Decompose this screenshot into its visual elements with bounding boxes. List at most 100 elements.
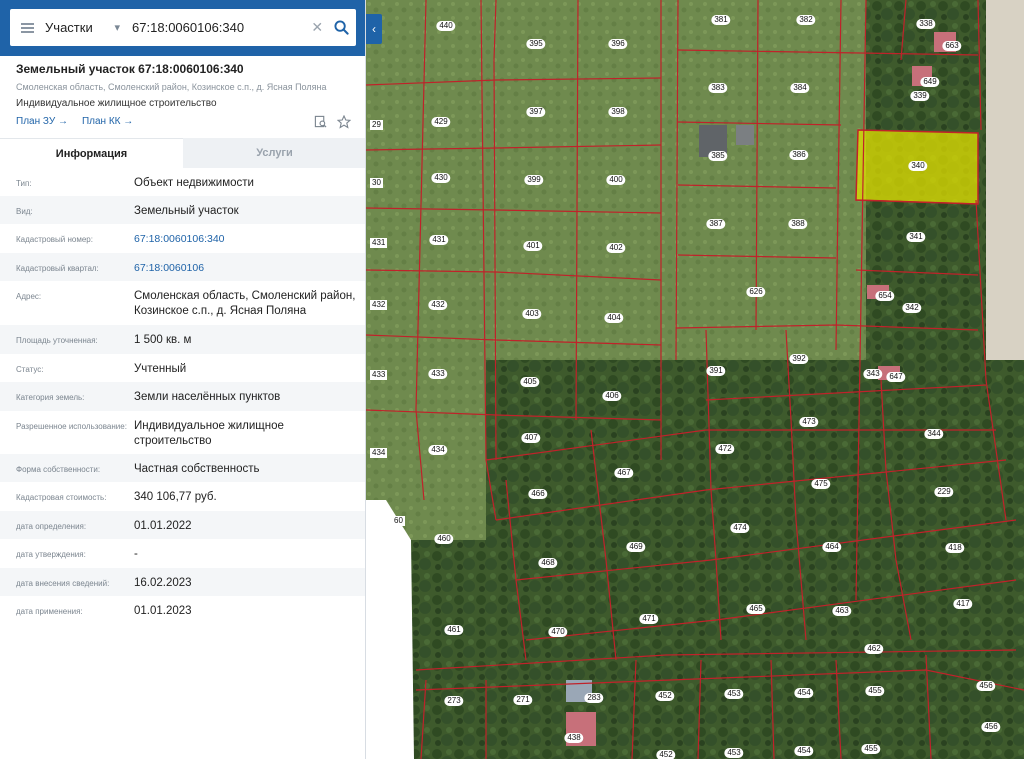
- plot-number-label[interactable]: 471: [639, 614, 659, 624]
- plot-number-label[interactable]: 454: [794, 746, 814, 756]
- plot-number-label[interactable]: 60: [392, 516, 405, 526]
- plot-number-label[interactable]: 475: [811, 479, 831, 489]
- plot-number-label[interactable]: 432: [428, 300, 448, 310]
- hamburger-menu-button[interactable]: [10, 9, 45, 46]
- plot-number-label[interactable]: 468: [538, 558, 558, 568]
- plot-number-label[interactable]: 452: [656, 750, 676, 759]
- plot-number-label[interactable]: 431: [429, 235, 449, 245]
- property-value-link[interactable]: 67:18:0060106: [134, 253, 356, 276]
- plan-kk-link[interactable]: План КК →: [82, 116, 133, 127]
- plot-number-label[interactable]: 460: [434, 534, 454, 544]
- plot-number-label[interactable]: 399: [524, 175, 544, 185]
- plot-number-label[interactable]: 452: [655, 691, 675, 701]
- map-canvas[interactable]: [366, 0, 1024, 759]
- plot-number-label[interactable]: 464: [822, 542, 842, 552]
- plot-number-label[interactable]: 340: [908, 161, 928, 171]
- plot-number-label[interactable]: 29: [370, 120, 383, 130]
- plot-number-label[interactable]: 663: [942, 41, 962, 51]
- object-type-select[interactable]: Участки ▾: [45, 9, 128, 46]
- property-value-link[interactable]: 67:18:0060106:340: [134, 224, 356, 247]
- plot-number-label[interactable]: 470: [548, 627, 568, 637]
- plot-number-label[interactable]: 456: [981, 722, 1001, 732]
- plot-number-label[interactable]: 654: [875, 291, 895, 301]
- plot-number-label[interactable]: 462: [864, 644, 884, 654]
- tab-information[interactable]: Информация: [0, 138, 183, 168]
- plot-number-label[interactable]: 397: [526, 107, 546, 117]
- plot-number-label[interactable]: 405: [520, 377, 540, 387]
- plot-number-label[interactable]: 430: [431, 173, 451, 183]
- plot-number-label[interactable]: 456: [976, 681, 996, 691]
- plot-number-label[interactable]: 433: [428, 369, 448, 379]
- plot-number-label[interactable]: 271: [513, 695, 533, 705]
- plot-number-label[interactable]: 433: [370, 370, 388, 380]
- plot-number-label[interactable]: 384: [790, 83, 810, 93]
- plot-number-label[interactable]: 431: [370, 238, 388, 248]
- parcel-address-short: Смоленская область, Смоленский район, Ко…: [16, 82, 327, 92]
- plot-number-label[interactable]: 342: [902, 303, 922, 313]
- collapse-panel-button[interactable]: ‹: [366, 14, 382, 44]
- plot-number-label[interactable]: 395: [526, 39, 546, 49]
- plot-number-label[interactable]: 455: [865, 686, 885, 696]
- plot-number-label[interactable]: 649: [920, 77, 940, 87]
- plot-number-label[interactable]: 402: [606, 243, 626, 253]
- plot-number-label[interactable]: 396: [608, 39, 628, 49]
- plot-number-label[interactable]: 474: [730, 523, 750, 533]
- plot-number-label[interactable]: 463: [832, 606, 852, 616]
- plot-number-label[interactable]: 273: [444, 696, 464, 706]
- tab-services[interactable]: Услуги: [183, 138, 365, 168]
- plot-number-label[interactable]: 434: [428, 445, 448, 455]
- plot-number-label[interactable]: 429: [431, 117, 451, 127]
- plot-number-label[interactable]: 454: [794, 688, 814, 698]
- plot-number-label[interactable]: 417: [953, 599, 973, 609]
- plot-number-label[interactable]: 453: [724, 689, 744, 699]
- favorite-button[interactable]: [336, 114, 351, 129]
- plot-number-label[interactable]: 455: [861, 744, 881, 754]
- plot-number-label[interactable]: 338: [916, 19, 936, 29]
- plot-number-label[interactable]: 339: [910, 91, 930, 101]
- plot-number-label[interactable]: 283: [584, 693, 604, 703]
- plot-number-label[interactable]: 400: [606, 175, 626, 185]
- plot-number-label[interactable]: 385: [708, 151, 728, 161]
- plan-zu-link[interactable]: План ЗУ →: [16, 116, 68, 127]
- property-row: Вид: Земельный участок: [0, 196, 365, 224]
- plot-number-label[interactable]: 401: [523, 241, 543, 251]
- plot-number-label[interactable]: 453: [724, 748, 744, 758]
- search-input[interactable]: [128, 9, 309, 46]
- plot-number-label[interactable]: 465: [746, 604, 766, 614]
- clear-search-button[interactable]: ✕: [308, 19, 326, 36]
- plot-number-label[interactable]: 647: [886, 372, 906, 382]
- plot-number-label[interactable]: 434: [370, 448, 388, 458]
- plot-number-label[interactable]: 418: [945, 543, 965, 553]
- plot-number-label[interactable]: 406: [602, 391, 622, 401]
- plot-number-label[interactable]: 343: [863, 369, 883, 379]
- plot-number-label[interactable]: 461: [444, 625, 464, 635]
- plot-number-label[interactable]: 403: [522, 309, 542, 319]
- plot-number-label[interactable]: 404: [604, 313, 624, 323]
- plot-number-label[interactable]: 387: [706, 219, 726, 229]
- copy-to-map-button[interactable]: [313, 114, 328, 129]
- plot-number-label[interactable]: 626: [746, 287, 766, 297]
- plot-number-label[interactable]: 467: [614, 468, 634, 478]
- plot-number-label[interactable]: 438: [564, 733, 584, 743]
- plot-number-label[interactable]: 473: [799, 417, 819, 427]
- plot-number-label[interactable]: 398: [608, 107, 628, 117]
- plot-number-label[interactable]: 229: [934, 487, 954, 497]
- plot-number-label[interactable]: 388: [788, 219, 808, 229]
- plot-number-label[interactable]: 381: [711, 15, 731, 25]
- plot-number-label[interactable]: 391: [706, 366, 726, 376]
- plot-number-label[interactable]: 392: [789, 354, 809, 364]
- plot-number-label[interactable]: 472: [715, 444, 735, 454]
- plot-number-label[interactable]: 466: [528, 489, 548, 499]
- plot-number-label[interactable]: 386: [789, 150, 809, 160]
- plot-number-label[interactable]: 344: [924, 429, 944, 439]
- plot-number-label[interactable]: 432: [370, 300, 388, 310]
- plot-number-label[interactable]: 440: [436, 21, 456, 31]
- plot-number-label[interactable]: 469: [626, 542, 646, 552]
- plot-number-label[interactable]: 383: [708, 83, 728, 93]
- plot-number-label[interactable]: 382: [796, 15, 816, 25]
- plot-number-label[interactable]: 407: [521, 433, 541, 443]
- cadastral-map[interactable]: 440 395 396 381 382 338 663 649 339 429 397 398 383 3…: [366, 0, 1024, 759]
- plot-number-label[interactable]: 30: [370, 178, 383, 188]
- search-button[interactable]: [326, 9, 356, 46]
- plot-number-label[interactable]: 341: [906, 232, 926, 242]
